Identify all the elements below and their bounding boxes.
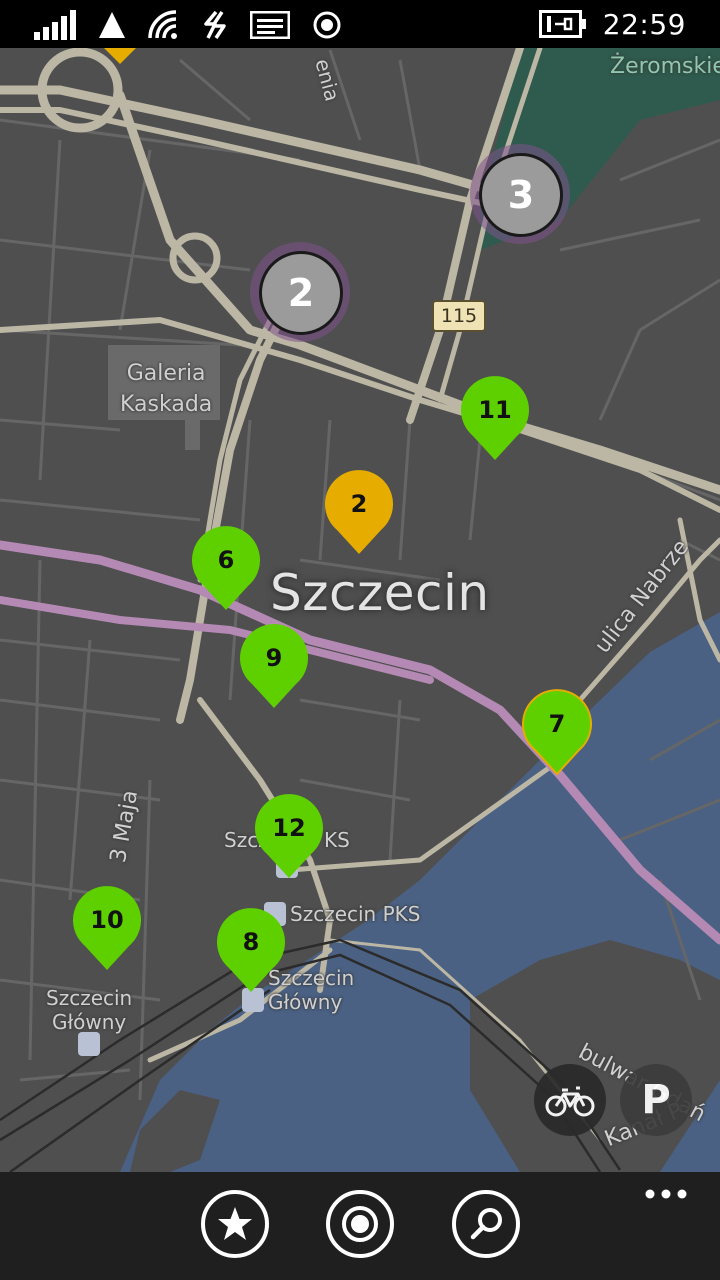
route-shield: 115 (432, 300, 486, 332)
battery-charging-icon (538, 10, 586, 38)
pin-count: 11 (478, 396, 512, 424)
pin-count: 9 (265, 644, 283, 672)
station-pin-8[interactable]: 8 (215, 906, 287, 994)
station-pin-12[interactable]: 12 (253, 792, 325, 880)
more-dots-icon[interactable] (644, 1184, 688, 1204)
station-pin-10[interactable]: 10 (71, 884, 143, 972)
cluster-count: 2 (259, 251, 343, 335)
my-location-icon (326, 1190, 394, 1258)
glowny-left-line1: Szczecin (46, 986, 133, 1010)
search-icon (452, 1190, 520, 1258)
partial-pin-top[interactable] (100, 48, 140, 66)
status-bar: 22:59 (0, 0, 720, 48)
glowny-left-label: Szczecin Główny (46, 986, 132, 1034)
pin-count: 2 (350, 490, 368, 518)
park-label: Żeromskie (610, 54, 720, 79)
data-icon (204, 10, 226, 39)
favorites-button[interactable] (201, 1190, 269, 1258)
pin-count: 7 (548, 710, 566, 738)
pin-count: 8 (242, 928, 260, 956)
pks-label: Szczecin PKS (290, 902, 421, 926)
mall-label-line1: Galeria (126, 361, 206, 386)
app-root: 22:59 Żeromskie enia Galeria Kaskada Szc… (0, 0, 720, 1280)
station-pin-11[interactable]: 11 (459, 374, 531, 462)
station-pin-7[interactable]: 7 (521, 688, 593, 776)
status-icons-right: 22:59 (538, 6, 686, 42)
station-pin-2[interactable]: 2 (323, 468, 395, 556)
parking-label: P (641, 1077, 671, 1123)
pin-count: 6 (217, 546, 235, 574)
my-location-button[interactable] (326, 1190, 394, 1258)
clock-time: 22:59 (602, 7, 686, 41)
pks-label-partial-end: KS (324, 828, 350, 852)
train-station-left-icon (78, 1032, 100, 1056)
app-bar (0, 1172, 720, 1280)
message-icon (250, 11, 290, 39)
parking-layer-button[interactable]: P (620, 1064, 692, 1136)
station-pin-6[interactable]: 6 (190, 524, 262, 612)
pin-count: 12 (272, 814, 306, 842)
location-icon (313, 11, 341, 39)
station-cluster-2[interactable]: 2 (250, 242, 350, 342)
cluster-count: 3 (479, 153, 563, 237)
bike-layer-button[interactable] (534, 1064, 606, 1136)
mall-label: Galeria Kaskada (120, 358, 212, 420)
pin-count: 10 (90, 906, 124, 934)
map-view[interactable]: Żeromskie enia Galeria Kaskada Szczecin … (0, 48, 720, 1172)
mall-label-line2: Kaskada (120, 392, 213, 417)
search-button[interactable] (452, 1190, 520, 1258)
glowny-left-line2: Główny (51, 1010, 127, 1034)
wifi-icon (148, 10, 177, 39)
station-cluster-3[interactable]: 3 (470, 144, 570, 244)
bike-icon (545, 1086, 595, 1117)
station-pin-9[interactable]: 9 (238, 622, 310, 710)
no-sim-triangle-icon (99, 12, 125, 38)
signal-icon (34, 10, 76, 40)
status-icons-left (34, 8, 342, 42)
favorites-star-icon (201, 1190, 269, 1258)
city-label: Szczecin (270, 564, 490, 622)
